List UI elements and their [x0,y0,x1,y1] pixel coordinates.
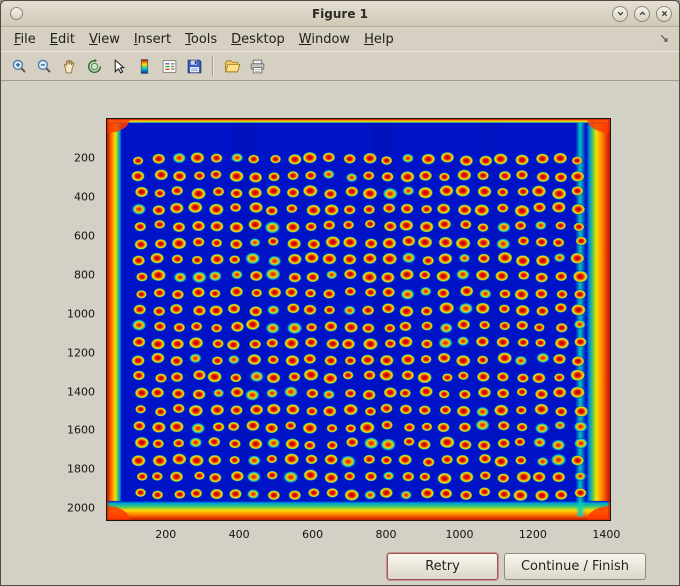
y-tick-label: 600 [74,229,95,243]
y-tick-label: 800 [74,268,95,282]
menu-item-help[interactable]: Help [357,30,401,49]
toolbar-button-save[interactable] [182,54,206,78]
menu-item-insert[interactable]: Insert [127,30,178,49]
window-menu-icon[interactable] [10,7,23,20]
x-tick-labels: 200 400 600 800 1000 1200 1400 [107,524,620,543]
zoom-in-icon [12,59,26,73]
y-tick-label: 200 [74,151,95,165]
x-tick-label: 1400 [592,528,621,541]
y-tick-label: 1800 [67,462,95,476]
data-cursor-icon [114,58,125,74]
x-tick-label: 1200 [518,528,547,541]
edge-band-right [586,119,610,520]
edge-band-left [107,119,122,520]
y-tick-label: 400 [74,190,95,204]
dock-figure-icon[interactable]: ↘ [659,31,669,45]
toolbar-button-open[interactable] [220,54,244,78]
y-tick-label: 2000 [67,501,95,515]
x-tick-label: 1000 [445,528,474,541]
menu-item-view[interactable]: View [82,30,127,49]
chevron-down-icon [617,11,623,16]
minimize-button[interactable] [612,5,628,22]
figure-canvas: 200 400 600 800 1000 1200 1400 1600 1800 2000 200… [1,81,679,585]
menu-item-tools[interactable]: Tools [178,30,224,49]
toolbar-button-zoom-out[interactable] [32,54,56,78]
print-icon [250,59,264,73]
colorbar-icon [140,58,148,74]
toolbar-button-colorbar[interactable] [132,54,156,78]
y-tick-label: 1000 [67,307,95,321]
figure-window: Figure 1 File Edit View Insert Tools Desktop W… [0,0,680,586]
toolbar-button-print[interactable] [245,54,269,78]
x-tick-label: 200 [155,528,177,541]
plot-image [107,119,610,520]
menu-items: File Edit View Insert Tools Desktop Window Help [7,30,401,49]
retry-button[interactable]: Retry [387,553,498,580]
x-tick-label: 800 [375,528,397,541]
toolbar [1,51,679,81]
x-tick-label: 400 [228,528,250,541]
zoom-out-icon [37,59,51,73]
save-icon [187,59,201,73]
y-tick-labels: 200 400 600 800 1000 1200 1400 1600 1800 2000 [59,119,101,520]
toolbar-separator [212,56,214,76]
toolbar-button-pan[interactable] [57,54,81,78]
menu-item-edit[interactable]: Edit [43,30,82,49]
titlebar[interactable]: Figure 1 [1,1,679,27]
maximize-button[interactable] [634,5,650,22]
y-tick-label: 1600 [67,423,95,437]
edge-band-bottom [107,500,610,520]
menu-item-file[interactable]: File [7,30,43,49]
toolbar-button-rotate-3d[interactable] [82,54,106,78]
chevron-up-icon [639,11,645,16]
rotate-3d-icon [87,58,101,73]
window-controls [612,5,672,22]
close-button[interactable] [656,5,672,22]
continue-finish-button[interactable]: Continue / Finish [504,553,646,580]
menu-item-desktop[interactable]: Desktop [224,30,292,49]
toolbar-button-data-cursor[interactable] [107,54,131,78]
toolbar-button-zoom-in[interactable] [7,54,31,78]
menubar: File Edit View Insert Tools Desktop Window Help… [1,27,679,51]
legend-icon [162,59,176,73]
x-tick-label: 600 [302,528,324,541]
plot-axes[interactable]: 200 400 600 800 1000 1200 1400 1600 1800 2000 200… [67,118,620,541]
hand-pan-icon [63,59,74,73]
open-folder-icon [224,59,240,72]
y-tick-label: 1400 [67,385,95,399]
toolbar-button-legend[interactable] [157,54,181,78]
close-icon [661,10,667,17]
y-tick-label: 1200 [67,346,95,360]
window-title: Figure 1 [311,6,369,21]
menu-item-window[interactable]: Window [292,30,357,49]
